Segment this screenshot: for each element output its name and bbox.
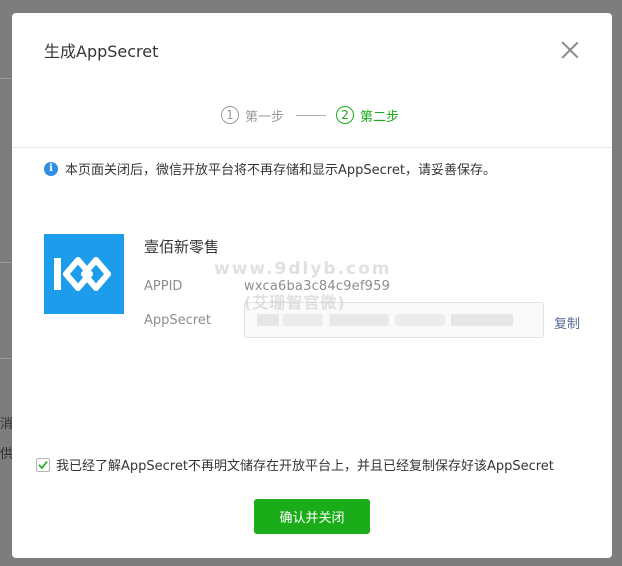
step-number: 1 [221,106,239,124]
step-2: 2 第二步 [336,106,399,125]
step-number: 2 [336,106,355,124]
background-text: 消 [0,417,12,432]
agreement-row[interactable]: 我已经了解AppSecret不再明文储存在开放平台上，并且已经复制保存好该App… [36,455,554,474]
step-connector [296,114,327,116]
appid-label: APPID [144,279,183,294]
app-logo [44,234,124,314]
background-divider [0,358,12,359]
background-divider [0,262,12,263]
app-name: 壹佰新零售 [144,238,220,256]
step-label: 第一步 [245,109,285,125]
watermark-text: www.9dlyb.com [214,259,392,279]
close-icon[interactable] [558,38,582,62]
masked-secret [451,314,513,326]
masked-secret [283,314,323,326]
step-1: 1 第一步 [221,106,284,125]
appsecret-field [244,302,544,338]
generate-appsecret-dialog: 生成AppSecret 1 第一步 2 第二步 i 本页面关闭后，微信开放平台将… [12,13,612,558]
confirm-close-button[interactable]: 确认并关闭 [254,499,370,534]
dialog-title: 生成AppSecret [44,42,159,61]
notice-message: i 本页面关闭后，微信开放平台将不再存储和显示AppSecret，请妥善保存。 [44,159,496,178]
masked-secret [257,314,279,326]
header-divider [12,147,612,148]
background-text: 供 [0,447,12,462]
step-label: 第二步 [360,109,400,125]
appid-value: wxca6ba3c84c9ef959 [244,279,391,294]
agreement-text: 我已经了解AppSecret不再明文储存在开放平台上，并且已经复制保存好该App… [56,459,554,474]
masked-secret [395,314,445,326]
info-icon: i [44,161,58,176]
step-indicator: 1 第一步 2 第二步 [221,104,399,126]
checkmark-icon [38,460,48,469]
masked-secret [329,314,389,326]
agreement-checkbox[interactable] [36,457,50,472]
appsecret-label: AppSecret [144,313,211,328]
copy-link[interactable]: 复制 [554,313,580,332]
background-divider [0,78,12,79]
app-logo-icon [54,257,111,291]
notice-text: 本页面关闭后，微信开放平台将不再存储和显示AppSecret，请妥善保存。 [65,163,496,178]
